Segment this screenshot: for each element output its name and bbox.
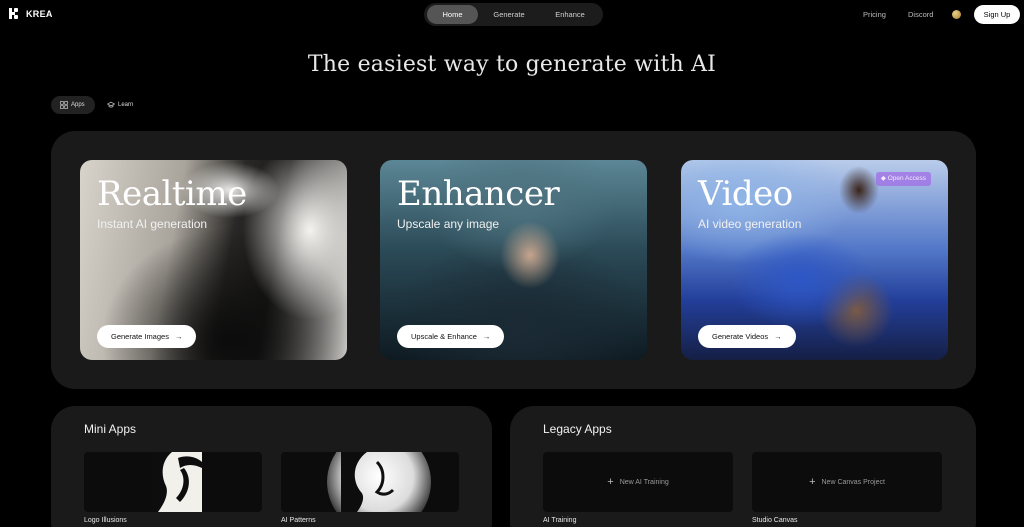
logo-illusions-image	[151, 452, 202, 512]
mini-app-label: AI Patterns	[281, 517, 316, 524]
segment-learn-label: Learn	[118, 102, 134, 108]
arrow-right-icon: →	[174, 332, 183, 341]
krea-logo-icon	[9, 8, 18, 19]
grid-icon	[60, 101, 68, 109]
cta-label: New AI Training	[619, 478, 669, 486]
card-realtime[interactable]: Realtime Instant AI generation Generate …	[80, 160, 347, 360]
page-headline: The easiest way to generate with AI	[307, 52, 717, 77]
ai-patterns-thumbnail[interactable]	[281, 452, 459, 512]
legacy-app-label: AI Training	[543, 517, 577, 524]
badge-dot-icon: ◆	[880, 175, 888, 182]
arrow-right-icon: →	[482, 332, 491, 341]
button-label: Upscale & Enhance	[411, 332, 477, 341]
graduation-cap-icon	[107, 101, 115, 108]
tab-home[interactable]: Home	[427, 5, 478, 24]
discord-link[interactable]: Discord	[908, 10, 933, 19]
button-label: Generate Images	[111, 332, 169, 341]
generate-images-button[interactable]: Generate Images →	[97, 325, 197, 348]
plus-icon: +	[607, 476, 614, 488]
main-nav: Home Generate Enhance	[424, 3, 603, 26]
card-subtitle: Upscale any image	[397, 217, 500, 231]
arrow-right-icon: →	[774, 332, 782, 341]
upscale-enhance-button[interactable]: Upscale & Enhance →	[397, 325, 505, 348]
plus-icon: +	[809, 476, 816, 488]
logo-illusions-thumbnail[interactable]	[84, 452, 262, 512]
ai-patterns-image	[327, 452, 431, 512]
new-canvas-project-button[interactable]: + New Canvas Project	[752, 452, 942, 512]
card-subtitle: AI video generation	[698, 217, 802, 231]
pricing-link[interactable]: Pricing	[863, 10, 886, 19]
segment-apps[interactable]: Apps	[51, 96, 95, 114]
card-title: Video	[698, 174, 793, 214]
brand-name: KREA	[26, 8, 53, 19]
legacy-app-label: Studio Canvas	[752, 517, 798, 524]
open-access-badge: ◆ Open Access	[875, 172, 931, 186]
section-title: Legacy Apps	[543, 422, 612, 436]
card-title: Enhancer	[397, 174, 560, 214]
generate-videos-button[interactable]: Generate Videos →	[698, 325, 796, 348]
cta-label: New Canvas Project	[821, 478, 885, 486]
user-avatar[interactable]	[952, 10, 961, 19]
top-bar: KREA Home Generate Enhance Pricing Disco…	[0, 0, 1024, 30]
card-subtitle: Instant AI generation	[97, 217, 208, 231]
card-video[interactable]: Video AI video generation ◆ Open Access …	[681, 160, 948, 360]
legacy-apps-panel: Legacy Apps + New AI Training AI Trainin…	[510, 406, 976, 527]
tab-generate[interactable]: Generate	[484, 5, 534, 24]
badge-label: Open Access	[887, 175, 926, 182]
brand-logo[interactable]: KREA	[9, 8, 53, 19]
section-title: Mini Apps	[84, 422, 137, 436]
featured-apps-panel: Realtime Instant AI generation Generate …	[51, 131, 976, 389]
segment-apps-label: Apps	[71, 102, 85, 108]
segment-learn[interactable]: Learn	[98, 96, 142, 114]
mini-app-label: Logo Illusions	[84, 517, 127, 524]
sign-up-button[interactable]: Sign Up	[974, 5, 1020, 24]
card-title: Realtime	[97, 174, 247, 214]
tab-enhance[interactable]: Enhance	[544, 5, 596, 24]
button-label: Generate Videos	[712, 332, 769, 341]
new-ai-training-button[interactable]: + New AI Training	[543, 452, 733, 512]
card-enhancer[interactable]: Enhancer Upscale any image Upscale & Enh…	[380, 160, 647, 360]
mini-apps-panel: Mini Apps Logo Illusions AI Patterns	[51, 406, 492, 527]
